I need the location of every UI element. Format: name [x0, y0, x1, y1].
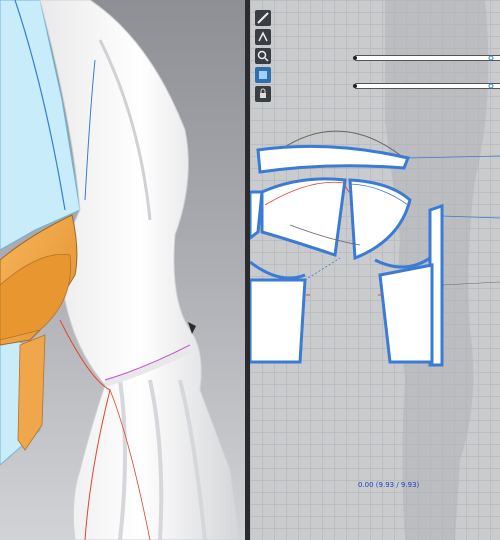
lock-tool[interactable] — [255, 86, 271, 102]
zoom-tool[interactable] — [255, 48, 271, 64]
lock-icon — [260, 88, 266, 98]
layer-tool[interactable] — [255, 67, 271, 83]
pattern-pieces — [250, 55, 500, 367]
3d-garment-render — [0, 0, 241, 540]
zoom-icon — [257, 50, 269, 62]
transform-pattern-icon — [257, 12, 269, 24]
pattern-toolbar — [255, 10, 273, 102]
3d-viewport[interactable] — [0, 0, 245, 540]
layer-icon — [259, 71, 267, 79]
measurement-readout: 0.00 (9.93 / 9.93) — [358, 481, 420, 489]
edit-point-icon — [258, 31, 268, 42]
transform-pattern-tool[interactable] — [255, 10, 271, 26]
edit-point-tool[interactable] — [255, 29, 271, 45]
